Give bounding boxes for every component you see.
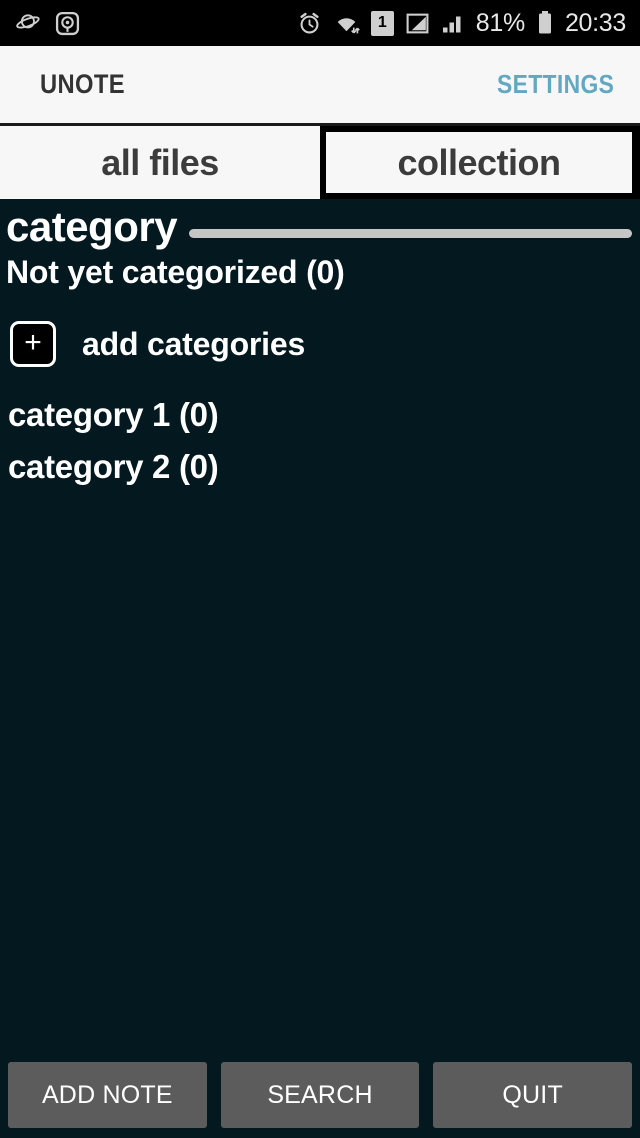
settings-button[interactable]: SETTINGS — [497, 69, 614, 100]
status-bar-right: 1 81% 20:33 — [297, 10, 626, 36]
planet-icon — [16, 10, 42, 36]
signal-bars-icon — [441, 11, 465, 36]
tab-collection[interactable]: collection — [320, 126, 640, 199]
tab-bar: all files collection — [0, 126, 640, 199]
uncategorized-item[interactable]: Not yet categorized (0) — [0, 249, 640, 291]
page-title: UNOTE — [40, 69, 125, 99]
list-item[interactable]: category 2 (0) — [0, 441, 640, 492]
add-categories-button[interactable]: + add categories — [0, 291, 640, 368]
app-bar: UNOTE SETTINGS — [0, 46, 640, 126]
disc-app-icon — [55, 11, 80, 36]
app-screen: 1 81% 20:33 UNOTE SETTINGS all files col… — [0, 0, 640, 1138]
battery-icon — [536, 10, 554, 36]
tab-all-files[interactable]: all files — [0, 126, 320, 199]
plus-icon: + — [10, 321, 56, 368]
battery-percent-label: 81% — [475, 8, 525, 37]
clock-label: 20:33 — [564, 8, 626, 37]
content-area: category Not yet categorized (0) + add c… — [0, 199, 640, 1052]
category-list: category 1 (0) category 2 (0) — [0, 367, 640, 492]
alarm-clock-icon — [297, 11, 322, 36]
quit-button[interactable]: QUIT — [433, 1062, 633, 1128]
sim-card-label: 1 — [377, 14, 387, 31]
status-bar: 1 81% 20:33 — [0, 0, 640, 46]
list-item[interactable]: category 1 (0) — [0, 389, 640, 440]
category-section-title: category — [6, 203, 178, 250]
search-button[interactable]: SEARCH — [220, 1062, 420, 1128]
category-section-header: category — [0, 199, 640, 249]
signal-triangle-icon — [405, 11, 430, 36]
add-note-button[interactable]: ADD NOTE — [8, 1062, 207, 1128]
sim-card-icon: 1 — [370, 10, 394, 36]
tab-all-files-label: all files — [101, 141, 219, 183]
tab-collection-label: collection — [397, 141, 561, 183]
header-divider-rule — [189, 228, 632, 238]
bottom-button-bar: ADD NOTE SEARCH QUIT — [0, 1052, 640, 1138]
wifi-icon — [333, 11, 360, 36]
status-bar-left — [16, 10, 80, 36]
add-categories-label: add categories — [82, 325, 306, 362]
